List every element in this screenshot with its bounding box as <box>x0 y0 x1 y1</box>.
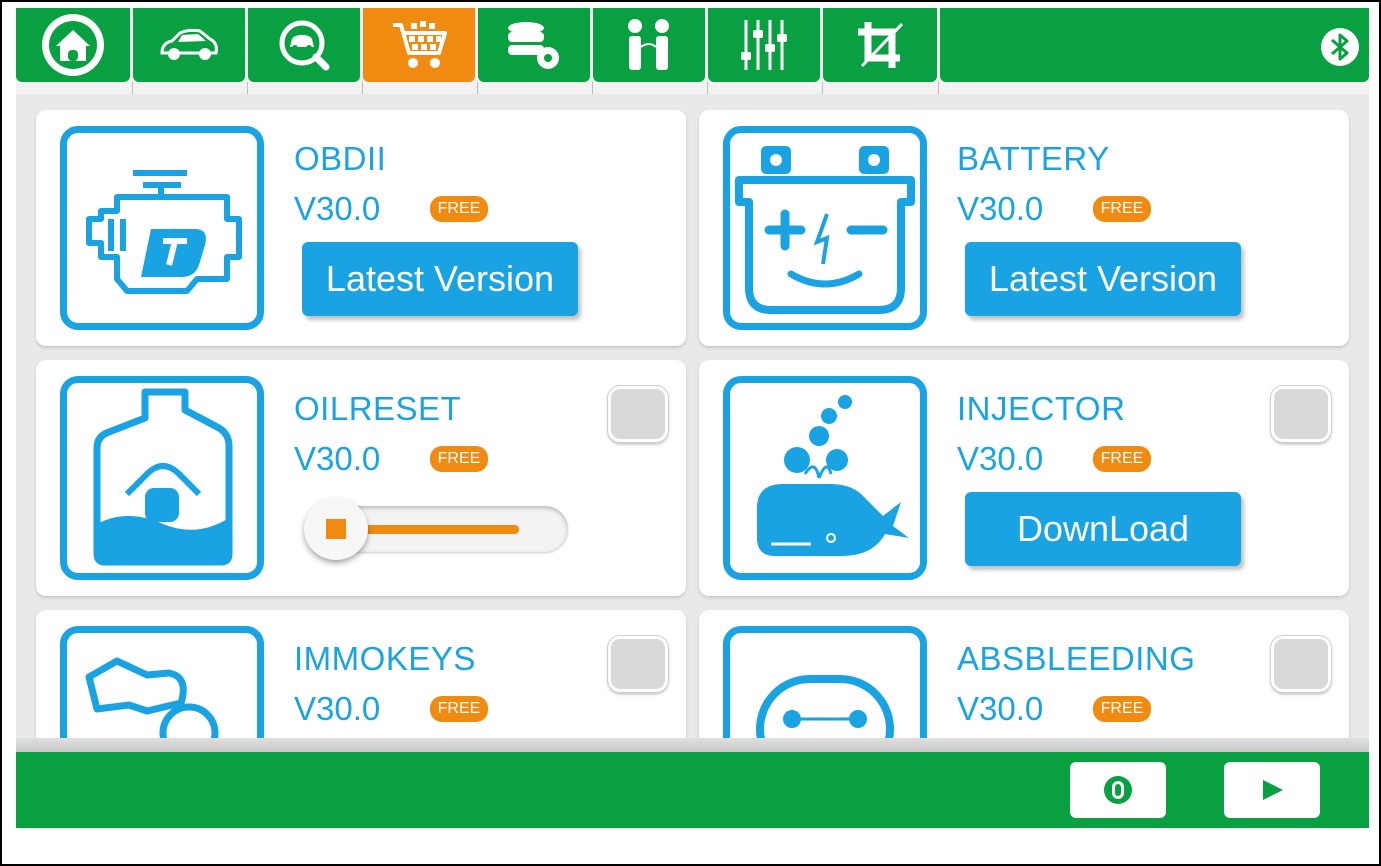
app-card-oilreset[interactable]: OILRESET V30.0 FREE <box>36 360 686 596</box>
tab-divider <box>822 82 823 94</box>
latest-version-button[interactable]: Latest Version <box>302 242 578 316</box>
app-screen: OBDII V30.0 FREE Latest Version BATTERY … <box>16 8 1369 828</box>
app-card-absbleeding[interactable]: ABSBLEEDING V30.0 FREE <box>699 610 1349 738</box>
tab-divider <box>132 82 133 94</box>
tab-divider <box>592 82 593 94</box>
tab-vehicle[interactable] <box>133 8 245 82</box>
app-version: V30.0 <box>294 190 381 227</box>
sliders-icon <box>741 20 787 70</box>
app-name: ABSBLEEDING <box>957 640 1196 677</box>
app-version: V30.0 <box>957 440 1044 477</box>
free-badge: FREE <box>430 196 488 222</box>
car-search-icon <box>279 20 330 71</box>
select-all-button[interactable] <box>1070 762 1166 818</box>
app-card-obdii[interactable]: OBDII V30.0 FREE Latest Version <box>36 110 686 346</box>
bottom-toolbar <box>16 752 1369 828</box>
abs-icon <box>723 626 927 738</box>
keys-icon <box>60 626 264 738</box>
select-checkbox[interactable] <box>1271 386 1331 442</box>
bottom-shadow <box>16 738 1369 752</box>
slider-knob[interactable] <box>304 498 368 560</box>
progress-fill <box>346 525 519 534</box>
app-card-battery[interactable]: BATTERY V30.0 FREE Latest Version <box>699 110 1349 346</box>
download-button[interactable]: DownLoad <box>965 492 1241 566</box>
select-all-icon <box>1104 776 1132 804</box>
tab-home[interactable] <box>16 8 130 82</box>
database-settings-icon <box>508 22 559 69</box>
app-card-immokeys[interactable]: IMMOKEYS V30.0 FREE <box>36 610 686 738</box>
home-icon <box>42 14 104 76</box>
play-button[interactable] <box>1224 762 1320 818</box>
app-version: V30.0 <box>294 690 381 727</box>
free-badge: FREE <box>1093 696 1151 722</box>
latest-version-button[interactable]: Latest Version <box>965 242 1241 316</box>
tab-settings[interactable] <box>708 8 820 82</box>
tab-divider <box>362 82 363 94</box>
whale-oil-icon <box>723 376 927 580</box>
tab-store[interactable] <box>363 8 475 82</box>
tab-divider <box>707 82 708 94</box>
bluetooth-status[interactable] <box>1321 28 1359 66</box>
app-version: V30.0 <box>294 440 381 477</box>
app-name: IMMOKEYS <box>294 640 476 677</box>
select-checkbox[interactable] <box>608 636 668 692</box>
app-name: OILRESET <box>294 390 462 427</box>
crop-icon <box>858 22 904 68</box>
oil-can-icon <box>60 376 264 580</box>
battery-icon <box>723 126 927 330</box>
tab-divider <box>477 82 478 94</box>
free-badge: FREE <box>430 696 488 722</box>
app-name: OBDII <box>294 140 387 177</box>
app-version: V30.0 <box>957 690 1044 727</box>
tab-divider <box>247 82 248 94</box>
tab-diagnose[interactable] <box>248 8 360 82</box>
tab-users[interactable] <box>593 8 705 82</box>
shopping-cart-icon <box>393 21 447 68</box>
play-icon <box>1263 780 1283 800</box>
app-card-injector[interactable]: INJECTOR V30.0 FREE DownLoad <box>699 360 1349 596</box>
select-checkbox[interactable] <box>1271 636 1331 692</box>
free-badge: FREE <box>1093 196 1151 222</box>
tab-crop[interactable] <box>823 8 937 82</box>
select-checkbox[interactable] <box>608 386 668 442</box>
app-name: BATTERY <box>957 140 1110 177</box>
tab-data[interactable] <box>478 8 590 82</box>
app-name: INJECTOR <box>957 390 1126 427</box>
download-progress-slider[interactable] <box>304 498 568 560</box>
car-icon <box>160 28 218 60</box>
engine-icon <box>60 126 264 330</box>
app-grid: OBDII V30.0 FREE Latest Version BATTERY … <box>16 94 1369 738</box>
top-nav-bar <box>16 8 1369 94</box>
app-version: V30.0 <box>957 190 1044 227</box>
free-badge: FREE <box>1093 446 1151 472</box>
free-badge: FREE <box>430 446 488 472</box>
people-icon <box>628 19 669 70</box>
bluetooth-icon <box>1331 33 1349 61</box>
tab-divider <box>938 82 939 94</box>
status-area <box>940 8 1369 82</box>
